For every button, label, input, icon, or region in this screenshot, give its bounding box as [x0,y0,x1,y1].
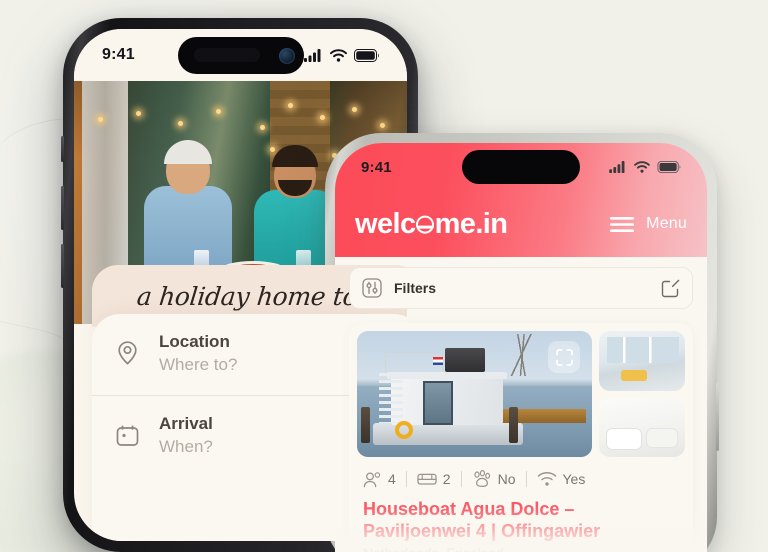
guests-icon [363,471,381,487]
listing-main-photo[interactable] [357,331,592,457]
expand-photo-button[interactable] [548,341,580,373]
photo-piling-right [509,407,518,443]
amenity-wifi: Yes [537,471,586,487]
photo-roof-box [445,348,485,372]
listing-location: Netherlands, Friesland [357,542,685,552]
battery-full-icon [657,161,681,173]
listing-thumb-1[interactable] [599,331,685,391]
listing-title[interactable]: Houseboat Agua Dolce – Paviljoenwei 4 | … [357,492,685,542]
logo-text-pre: welc [355,207,416,240]
status-time: 9:41 [102,46,135,63]
amenity-separator [525,471,527,487]
wifi-icon [634,161,650,173]
listing-thumbnails [599,331,685,457]
front-status-bar: 9:41 [335,143,707,191]
edit-square-icon[interactable] [661,279,680,298]
logo-sunset-o-icon [416,215,435,234]
status-time: 9:41 [361,158,392,176]
hamburger-menu-icon[interactable] [610,216,635,232]
listing-gallery [357,331,685,457]
wifi-icon [537,472,556,486]
wifi-icon [330,48,347,62]
dynamic-island [462,150,580,184]
brand-logo[interactable]: welc me.in [355,207,508,241]
photo-piling-left [361,407,370,443]
signal-bars-icon [304,48,321,62]
status-icons [609,161,681,173]
listing-thumb-2[interactable] [599,397,685,457]
earpiece-speaker [193,48,260,62]
listing-card[interactable]: 4 2 No Yes Houseboat Agua Dolce – Pavilj… [349,323,693,552]
bed-icon [417,473,437,485]
signal-bars-icon [609,161,625,173]
amenity-pets: No [472,470,516,488]
calendar-icon [116,425,139,446]
photo-boat-roof [387,372,507,379]
filters-bar[interactable]: Filters [349,267,693,309]
listing-title-line-1: Houseboat Agua Dolce – [363,499,575,519]
front-content: Filters 4 2 No Yes Houseboat Agua Dolce … [335,267,707,552]
dynamic-island [177,37,304,74]
front-phone-device: 9:41 welc me.in Menu Filters 4 2 No Yes … [323,133,719,552]
menu-label[interactable]: Menu [646,215,687,233]
amenity-pets-value: No [497,471,516,487]
front-app-header: welc me.in Menu [335,191,707,257]
volume-up-button[interactable] [61,186,64,230]
amenity-guests: 4 [363,471,396,488]
front-header-actions: Menu [610,215,687,233]
listing-amenities: 4 2 No Yes [357,457,685,492]
filters-label: Filters [394,280,437,296]
silent-switch[interactable] [61,136,64,162]
photo-life-ring [395,421,413,439]
amenity-guests-value: 4 [388,471,396,487]
sliders-icon [362,278,382,298]
amenity-separator [405,471,407,487]
battery-full-icon [354,48,379,62]
arrival-placeholder: When? [159,437,213,456]
amenity-beds: 2 [417,471,451,487]
amenity-wifi-value: Yes [562,471,586,487]
paw-icon [473,470,490,488]
volume-down-button[interactable] [61,244,64,288]
location-pin-icon [118,340,137,365]
location-label: Location [159,332,230,351]
status-icons [304,48,379,62]
front-camera-lens [278,47,295,64]
photo-dock [490,409,586,423]
amenity-beds-value: 2 [442,471,451,487]
front-phone-screen: 9:41 welc me.in Menu Filters 4 2 No Yes … [335,143,707,552]
location-placeholder: Where to? [159,355,238,374]
photo-boat-door [423,381,453,425]
arrival-label: Arrival [159,414,213,433]
listing-title-line-2: Paviljoenwei 4 | Offingawier [363,521,601,542]
amenity-separator [460,471,462,487]
photo-dutch-flag [433,357,443,365]
expand-frame-icon [555,348,573,366]
photo-spiral-stairs [379,373,403,423]
logo-text-post: me.in [434,207,508,240]
back-status-bar: 9:41 [74,29,407,81]
front-power-button[interactable] [716,383,719,451]
